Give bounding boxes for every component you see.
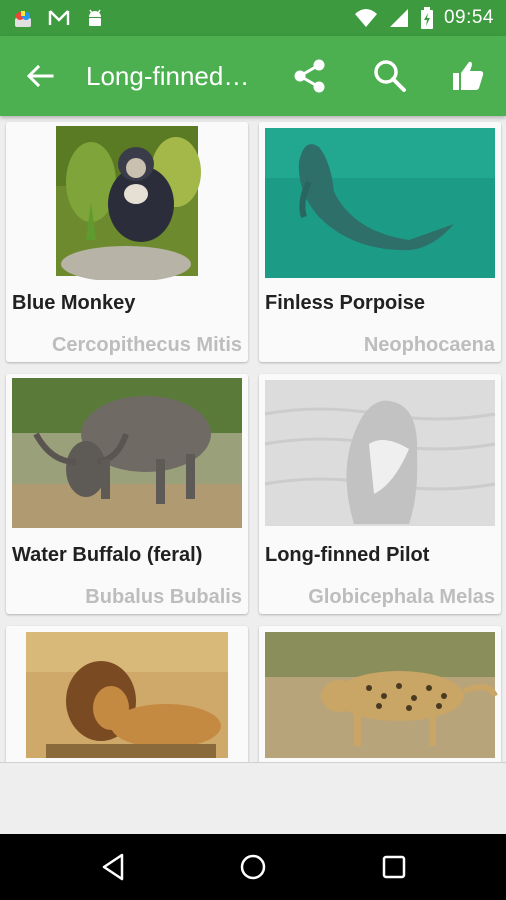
- like-icon[interactable]: [448, 56, 488, 96]
- animal-grid: Blue Monkey Cercopithecus Mitis Finless …: [0, 116, 506, 762]
- animal-name: Long-finned Pilot: [265, 544, 430, 566]
- animal-name: Blue Monkey: [12, 292, 136, 314]
- scientific-name: Bubalus Bubalis: [85, 586, 242, 608]
- clock: 09:54: [443, 7, 494, 28]
- android-icon: [89, 9, 101, 26]
- lion-image: [6, 626, 248, 762]
- wifi-icon: [354, 9, 377, 27]
- animal-card-water-buffalo[interactable]: Water Buffalo (feral) Bubalus Bubalis: [6, 374, 248, 614]
- nav-back-icon[interactable]: [98, 851, 130, 883]
- bottom-empty-area: [0, 762, 506, 835]
- battery-charging-icon: [420, 7, 433, 29]
- leopard-image: [259, 626, 501, 762]
- long-finned-pilot-image: [259, 374, 501, 532]
- animal-card-blue-monkey[interactable]: Blue Monkey Cercopithecus Mitis: [6, 122, 248, 362]
- page-title: Long-finned…: [86, 61, 250, 91]
- animal-name: Water Buffalo (feral): [12, 544, 203, 566]
- app-bar: Long-finned…: [0, 36, 506, 116]
- animal-name: Finless Porpoise: [265, 292, 426, 314]
- back-arrow-icon[interactable]: [24, 60, 56, 92]
- animal-card-leopard[interactable]: [259, 626, 501, 762]
- search-icon[interactable]: [370, 56, 410, 96]
- share-icon[interactable]: [290, 56, 330, 96]
- nav-recents-icon[interactable]: [378, 851, 410, 883]
- animal-card-lion[interactable]: [6, 626, 248, 762]
- signal-icon: [389, 9, 408, 27]
- scientific-name: Neophocaena: [363, 334, 495, 356]
- status-bar: 09:54: [0, 0, 506, 36]
- system-nav-bar: [0, 834, 506, 900]
- scientific-name: Globicephala Melas: [308, 586, 495, 608]
- finless-porpoise-image: [259, 122, 501, 280]
- blue-monkey-image: [6, 122, 248, 280]
- animal-card-long-finned-pilot[interactable]: Long-finned Pilot Globicephala Melas: [259, 374, 501, 614]
- scientific-name: Cercopithecus Mitis: [51, 334, 242, 356]
- nav-home-icon[interactable]: [237, 851, 269, 883]
- app-notification-icon: [15, 11, 31, 27]
- animal-card-finless-porpoise[interactable]: Finless Porpoise Neophocaena: [259, 122, 501, 362]
- water-buffalo-image: [6, 374, 248, 532]
- gmail-icon: [48, 10, 70, 25]
